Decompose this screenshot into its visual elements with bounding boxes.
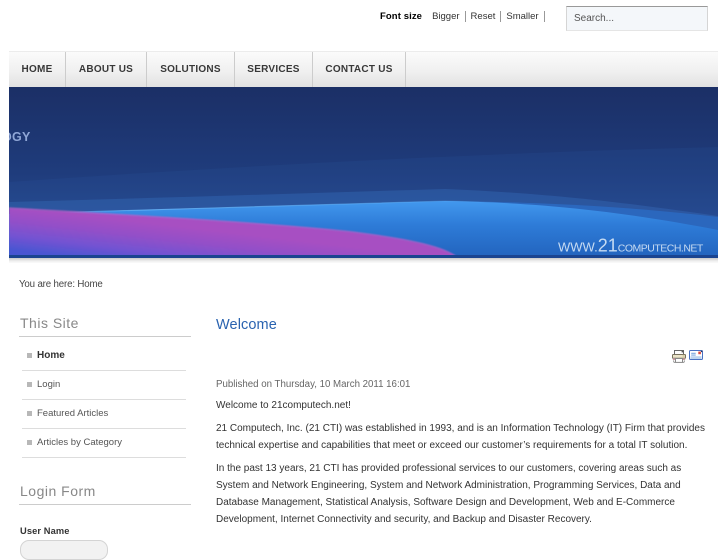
svg-text:OGY: OGY: [9, 130, 31, 144]
